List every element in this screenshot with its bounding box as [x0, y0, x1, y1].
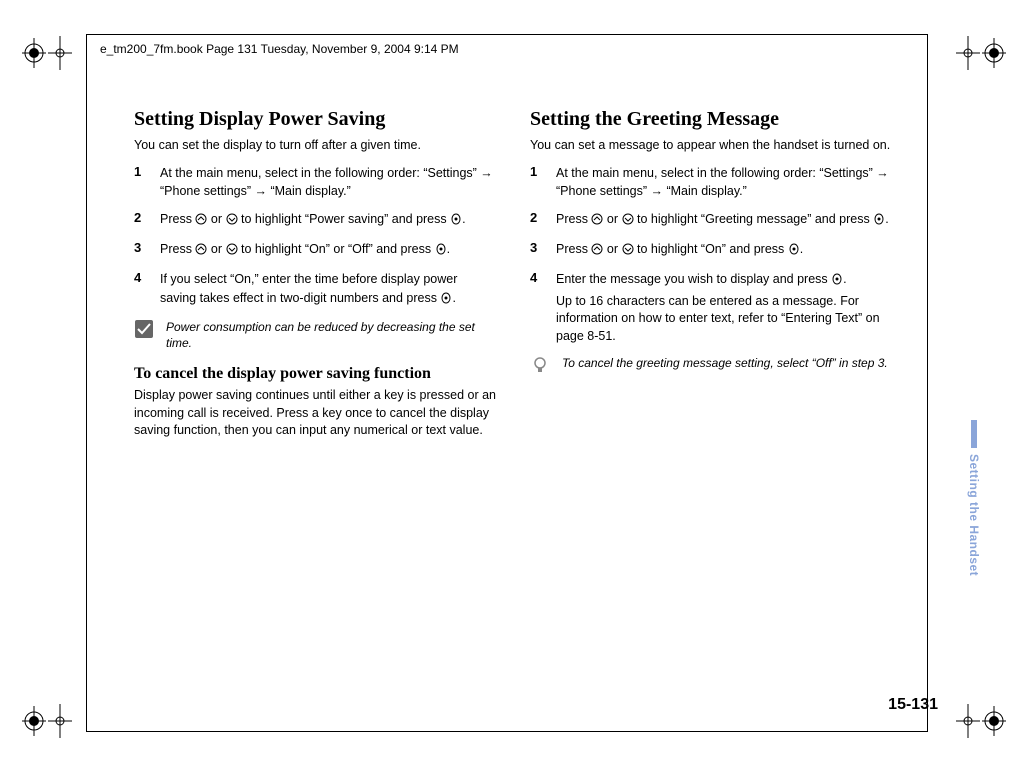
check-note-icon	[134, 319, 154, 339]
step-3-left: 3 Press or to highlight “On” or “Off” an…	[134, 240, 496, 260]
note-right: To cancel the greeting message setting, …	[530, 355, 892, 375]
step-3-right: 3 Press or to highlight “On” and press .	[530, 240, 892, 260]
left-column: Setting Display Power Saving You can set…	[134, 108, 496, 440]
center-key-icon	[788, 242, 800, 260]
running-header: e_tm200_7fm.book Page 131 Tuesday, Novem…	[100, 42, 459, 56]
side-tab: Setting the Handset	[966, 420, 982, 640]
center-key-icon	[450, 212, 462, 230]
center-key-icon	[873, 212, 885, 230]
step-body: Press or to highlight “Power saving” and…	[160, 210, 466, 230]
right-column: Setting the Greeting Message You can set…	[530, 108, 892, 440]
step-number: 3	[134, 240, 148, 260]
step-1-right: 1 At the main menu, select in the follow…	[530, 164, 892, 200]
step-number: 4	[530, 270, 544, 345]
step-number: 2	[530, 210, 544, 230]
up-key-icon	[591, 212, 603, 230]
up-key-icon	[195, 242, 207, 260]
subsection-para-left: Display power saving continues until eit…	[134, 387, 496, 440]
page-content: Setting Display Power Saving You can set…	[134, 108, 894, 440]
note-left: Power consumption can be reduced by decr…	[134, 319, 496, 351]
step-body: Press or to highlight “On” and press .	[556, 240, 803, 260]
step-body: Press or to highlight “On” or “Off” and …	[160, 240, 450, 260]
step-body: At the main menu, select in the followin…	[160, 164, 496, 200]
step-2-right: 2 Press or to highlight “Greeting messag…	[530, 210, 892, 230]
down-key-icon	[226, 212, 238, 230]
intro-left: You can set the display to turn off afte…	[134, 137, 496, 154]
crop-mark-tl	[22, 28, 72, 78]
crop-mark-br	[956, 696, 1006, 746]
step-number: 1	[530, 164, 544, 200]
up-key-icon	[591, 242, 603, 260]
up-key-icon	[195, 212, 207, 230]
step-number: 1	[134, 164, 148, 200]
down-key-icon	[622, 212, 634, 230]
intro-right: You can set a message to appear when the…	[530, 137, 892, 154]
step-number: 4	[134, 270, 148, 308]
down-key-icon	[622, 242, 634, 260]
subsection-title-left: To cancel the display power saving funct…	[134, 365, 496, 383]
step-number: 3	[530, 240, 544, 260]
side-tab-marker	[971, 420, 977, 448]
step-extra: Up to 16 characters can be entered as a …	[556, 293, 892, 346]
down-key-icon	[226, 242, 238, 260]
step-body: If you select “On,” enter the time befor…	[160, 270, 496, 308]
step-4-right: 4 Enter the message you wish to display …	[530, 270, 892, 345]
step-number: 2	[134, 210, 148, 230]
crop-mark-bl	[22, 696, 72, 746]
section-title-left: Setting Display Power Saving	[134, 108, 496, 131]
note-text: To cancel the greeting message setting, …	[562, 355, 888, 371]
section-title-right: Setting the Greeting Message	[530, 108, 892, 131]
center-key-icon	[831, 272, 843, 290]
page-number: 15-131	[888, 696, 938, 714]
note-text: Power consumption can be reduced by decr…	[166, 319, 496, 351]
step-body: At the main menu, select in the followin…	[556, 164, 892, 200]
step-body: Press or to highlight “Greeting message”…	[556, 210, 889, 230]
side-tab-label: Setting the Handset	[967, 454, 981, 576]
tip-bulb-icon	[530, 355, 550, 375]
step-4-left: 4 If you select “On,” enter the time bef…	[134, 270, 496, 308]
center-key-icon	[440, 291, 452, 309]
step-1-left: 1 At the main menu, select in the follow…	[134, 164, 496, 200]
step-body: Enter the message you wish to display an…	[556, 270, 892, 345]
step-2-left: 2 Press or to highlight “Power saving” a…	[134, 210, 496, 230]
crop-mark-tr	[956, 28, 1006, 78]
center-key-icon	[435, 242, 447, 260]
